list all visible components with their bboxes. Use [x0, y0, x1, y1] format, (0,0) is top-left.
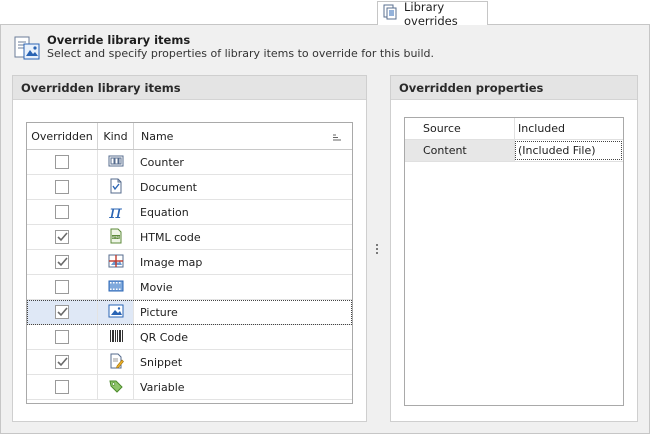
overridden-checkbox[interactable] — [55, 230, 69, 244]
property-value[interactable]: (Included File) — [515, 141, 622, 160]
tab-library-overrides[interactable]: Library overrides — [377, 0, 488, 28]
table-row[interactable]: Document — [27, 175, 352, 200]
overridden-checkbox[interactable] — [55, 205, 69, 219]
page-description: Select and specify properties of library… — [47, 47, 435, 60]
overridden-checkbox[interactable] — [55, 330, 69, 344]
overridden-checkbox[interactable] — [55, 355, 69, 369]
item-name: Picture — [134, 300, 352, 324]
table-row[interactable]: Counter — [27, 150, 352, 175]
item-name: Equation — [140, 205, 189, 219]
property-name: Content — [405, 140, 515, 161]
column-header-overridden[interactable]: Overridden — [27, 123, 98, 149]
item-name: Snippet — [140, 355, 183, 369]
overridden-properties-title: Overridden properties — [391, 76, 637, 100]
table-row[interactable]: Movie — [27, 275, 352, 300]
property-row-source[interactable]: Source Included — [405, 118, 623, 140]
sort-icon — [333, 132, 342, 141]
table-row[interactable]: QR Code — [27, 325, 352, 350]
item-name: Variable — [140, 380, 185, 394]
document-icon — [108, 178, 124, 197]
html-code-icon: HTML — [108, 228, 124, 247]
svg-text:HTML: HTML — [111, 235, 120, 239]
table-row-selected[interactable]: Picture — [27, 300, 352, 325]
table-row[interactable]: HTML HTML code — [27, 225, 352, 250]
overridden-checkbox[interactable] — [55, 280, 69, 294]
table-row[interactable]: Image map — [27, 250, 352, 275]
item-name: QR Code — [140, 330, 188, 344]
tab-label: Library overrides — [404, 0, 458, 28]
column-header-name-label: Name — [141, 129, 174, 143]
overridden-checkbox[interactable] — [55, 305, 69, 319]
library-overrides-icon — [382, 4, 398, 23]
qr-code-icon — [108, 328, 124, 347]
overridden-items-title: Overridden library items — [13, 76, 366, 100]
table-row[interactable]: π Equation — [27, 200, 352, 225]
column-header-kind[interactable]: Kind — [98, 123, 134, 149]
property-grid[interactable]: Source Included Content (Included File) — [404, 117, 624, 406]
variable-tag-icon — [108, 378, 124, 397]
overridden-checkbox[interactable] — [55, 255, 69, 269]
column-header-name[interactable]: Name — [134, 123, 352, 149]
page-title: Override library items — [47, 33, 191, 47]
image-map-icon — [108, 253, 124, 272]
property-name: Source — [405, 118, 515, 139]
overridden-checkbox[interactable] — [55, 180, 69, 194]
overridden-checkbox[interactable] — [55, 380, 69, 394]
grid-header: Overridden Kind Name — [27, 123, 352, 150]
item-name: Image map — [140, 255, 203, 269]
overridden-checkbox[interactable] — [55, 155, 69, 169]
table-row[interactable]: Snippet — [27, 350, 352, 375]
overridden-items-grid[interactable]: Overridden Kind Name Counter Document π … — [26, 122, 353, 404]
equation-pi-icon: π — [109, 200, 122, 223]
snippet-icon — [108, 353, 124, 372]
item-name: HTML code — [140, 230, 201, 244]
item-name: Counter — [140, 155, 184, 169]
property-value[interactable]: Included — [515, 118, 623, 139]
movie-icon — [108, 278, 124, 297]
item-name: Document — [140, 180, 197, 194]
table-row[interactable]: Variable — [27, 375, 352, 400]
property-row-content[interactable]: Content (Included File) — [405, 140, 623, 162]
override-items-icon — [13, 34, 41, 65]
counter-icon — [108, 153, 124, 172]
panel-splitter[interactable] — [375, 243, 379, 255]
item-name: Movie — [140, 280, 173, 294]
picture-icon — [108, 303, 124, 322]
